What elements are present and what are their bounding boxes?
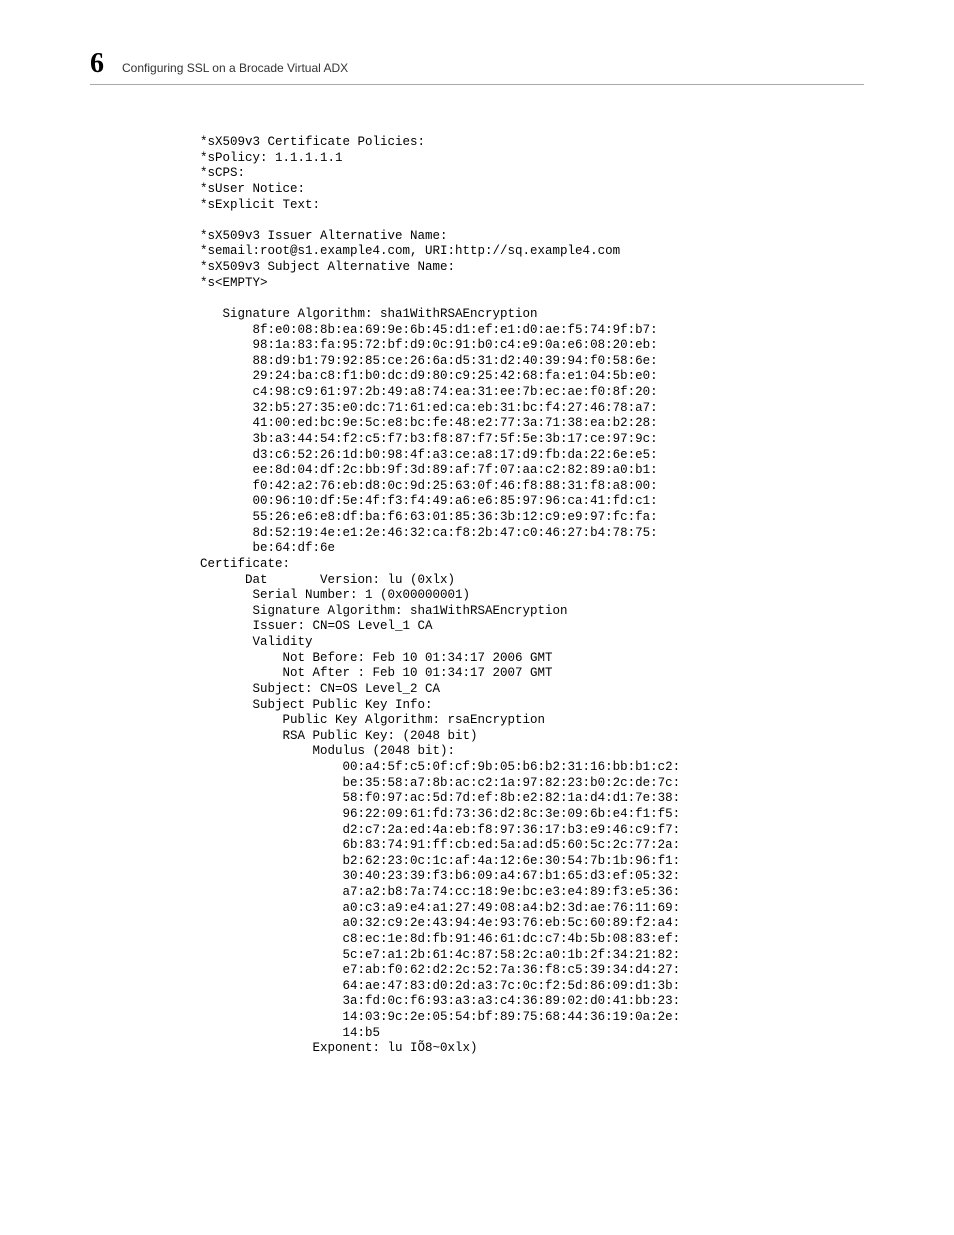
page: 6 Configuring SSL on a Brocade Virtual A…: [0, 0, 954, 1235]
chapter-title: Configuring SSL on a Brocade Virtual ADX: [122, 61, 348, 75]
chapter-number: 6: [90, 50, 104, 78]
page-header: 6 Configuring SSL on a Brocade Virtual A…: [90, 50, 864, 85]
code-block: *sX509v3 Certificate Policies: *sPolicy:…: [200, 135, 864, 1057]
